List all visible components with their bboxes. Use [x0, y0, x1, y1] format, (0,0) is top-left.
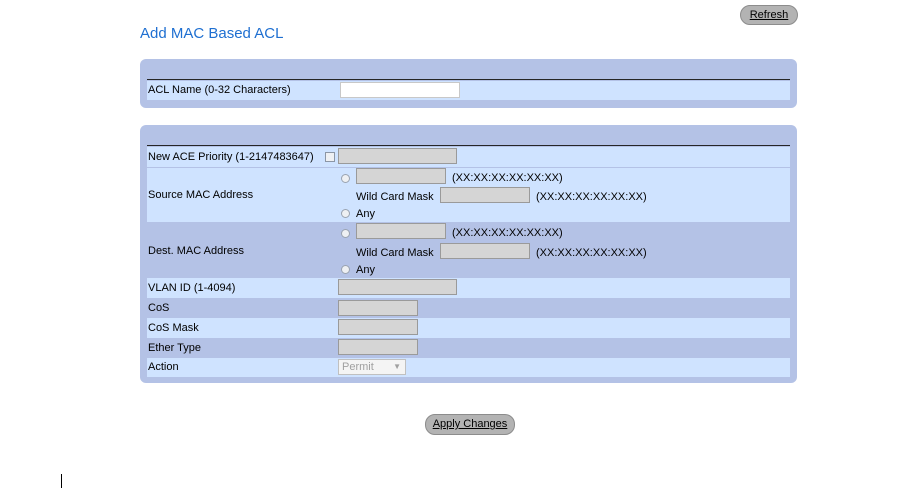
vlan-row: VLAN ID (1-4094)	[147, 278, 790, 298]
dest-mac-any-label: Any	[356, 264, 375, 276]
ace-panel: New ACE Priority (1-2147483647) Source M…	[140, 125, 797, 383]
source-wildcard-hint: (XX:XX:XX:XX:XX:XX)	[536, 191, 647, 203]
panel-divider	[147, 79, 790, 80]
cos-mask-label: CoS Mask	[148, 322, 199, 334]
cos-label: CoS	[148, 302, 170, 314]
acl-name-input[interactable]	[340, 82, 460, 98]
priority-checkbox[interactable]	[325, 152, 335, 162]
dest-mac-input[interactable]	[356, 223, 446, 239]
cos-mask-row: CoS Mask	[147, 318, 790, 338]
page-title: Add MAC Based ACL	[140, 25, 284, 42]
source-mac-any-label: Any	[356, 208, 375, 220]
dest-mac-row: Dest. MAC Address (XX:XX:XX:XX:XX:XX) Wi…	[147, 222, 790, 277]
dest-mac-any-radio[interactable]	[341, 265, 350, 274]
action-label: Action	[148, 361, 179, 373]
apply-changes-button[interactable]: Apply Changes	[425, 414, 515, 435]
cos-mask-input[interactable]	[338, 319, 418, 335]
acl-name-panel: ACL Name (0-32 Characters)	[140, 59, 797, 108]
source-mac-row: Source MAC Address (XX:XX:XX:XX:XX:XX) W…	[147, 168, 790, 222]
cos-input[interactable]	[338, 300, 418, 316]
refresh-button[interactable]: Refresh	[740, 5, 798, 25]
dest-wildcard-input[interactable]	[440, 243, 530, 259]
source-mac-format-hint: (XX:XX:XX:XX:XX:XX)	[452, 172, 563, 184]
source-wildcard-input[interactable]	[440, 187, 530, 203]
priority-label: New ACE Priority (1-2147483647)	[148, 151, 314, 163]
source-mac-any-radio[interactable]	[341, 209, 350, 218]
panel-divider	[147, 145, 790, 146]
ether-type-label: Ether Type	[148, 342, 201, 354]
ether-type-row: Ether Type	[147, 338, 790, 358]
priority-row: New ACE Priority (1-2147483647)	[147, 147, 790, 167]
acl-name-label: ACL Name (0-32 Characters)	[148, 84, 291, 96]
vlan-label: VLAN ID (1-4094)	[148, 282, 236, 294]
dest-mac-label: Dest. MAC Address	[148, 245, 244, 257]
cos-row: CoS	[147, 298, 790, 318]
source-wildcard-label: Wild Card Mask	[356, 191, 434, 203]
dest-wildcard-hint: (XX:XX:XX:XX:XX:XX)	[536, 247, 647, 259]
dest-wildcard-label: Wild Card Mask	[356, 247, 434, 259]
action-select[interactable]: Permit ▼	[338, 359, 406, 375]
text-cursor	[61, 474, 62, 488]
source-mac-input[interactable]	[356, 168, 446, 184]
source-mac-address-radio[interactable]	[341, 174, 350, 183]
action-select-value: Permit	[342, 361, 374, 373]
action-row: Action Permit ▼	[147, 358, 790, 377]
source-mac-label: Source MAC Address	[148, 189, 254, 201]
chevron-down-icon: ▼	[393, 362, 401, 371]
dest-mac-format-hint: (XX:XX:XX:XX:XX:XX)	[452, 227, 563, 239]
ether-type-input[interactable]	[338, 339, 418, 355]
vlan-input[interactable]	[338, 279, 457, 295]
dest-mac-address-radio[interactable]	[341, 229, 350, 238]
acl-name-row: ACL Name (0-32 Characters)	[147, 81, 790, 100]
priority-input[interactable]	[338, 148, 457, 164]
